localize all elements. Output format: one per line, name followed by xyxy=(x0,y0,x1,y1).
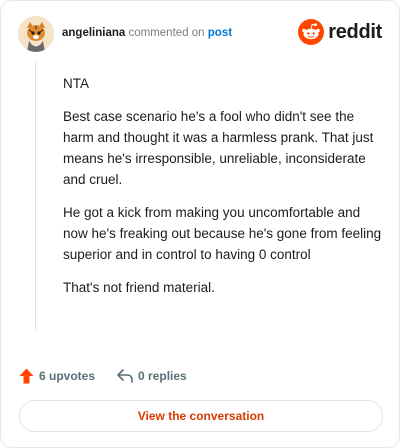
embedded-comment-card: angeliniana commented on post reddit NTA… xyxy=(0,0,400,448)
reply-button[interactable]: 0 replies xyxy=(117,369,187,383)
user-avatar[interactable] xyxy=(18,16,54,52)
reddit-snoo-icon xyxy=(298,19,325,45)
comment-meta: angeliniana commented on post xyxy=(62,27,232,39)
reply-count: 0 replies xyxy=(138,369,187,383)
reddit-logo[interactable]: reddit xyxy=(298,18,382,46)
comment-actions: 6 upvotes 0 replies xyxy=(19,367,187,385)
post-link[interactable]: post xyxy=(208,27,232,39)
brand-wordmark: reddit xyxy=(328,20,382,43)
comment-paragraph: That's not friend material. xyxy=(63,280,215,295)
reply-arrow-icon xyxy=(117,369,133,383)
comment-paragraph: NTA xyxy=(63,76,89,91)
avatar-icon xyxy=(18,16,54,52)
upvote-count: 6 upvotes xyxy=(39,369,96,383)
comment-header: angeliniana commented on post reddit xyxy=(18,16,382,52)
author-link[interactable]: angeliniana xyxy=(62,27,125,39)
view-conversation-button[interactable]: View the conversation xyxy=(19,400,383,432)
thread-line xyxy=(35,61,36,331)
comment-paragraph: Best case scenario he's a fool who didn'… xyxy=(63,109,374,187)
comment-body: NTA Best case scenario he's a fool who d… xyxy=(63,73,383,310)
upvote-button[interactable]: 6 upvotes xyxy=(19,368,95,384)
upvote-arrow-icon xyxy=(19,368,34,384)
meta-verb: commented on xyxy=(128,27,205,39)
comment-paragraph: He got a kick from making you uncomforta… xyxy=(63,205,382,262)
